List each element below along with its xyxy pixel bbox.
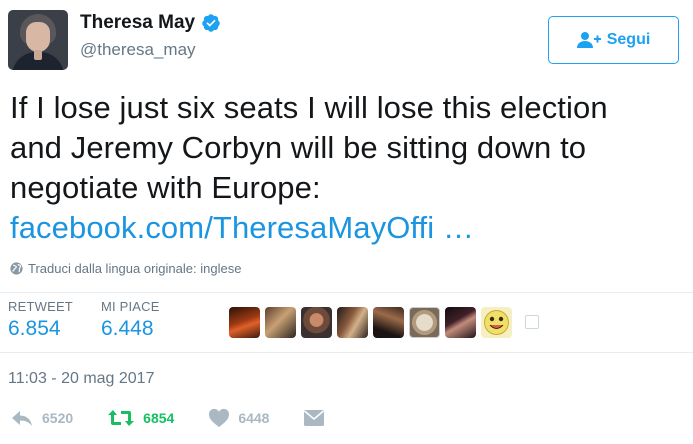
user-info: Theresa May @theresa_may	[80, 12, 221, 60]
direct-message-action[interactable]	[303, 408, 325, 428]
retweet-stat-value: 6.854	[8, 317, 61, 340]
globe-icon	[10, 262, 23, 275]
tweet-line: and Jeremy Corbyn will be sitting down t…	[10, 130, 587, 165]
liker-avatar[interactable]	[373, 307, 404, 338]
liker-avatar[interactable]	[229, 307, 260, 338]
tweet-timestamp[interactable]: 11:03 - 20 mag 2017	[8, 370, 154, 388]
avatar[interactable]	[8, 10, 68, 70]
liker-avatar-placeholder[interactable]	[517, 307, 548, 338]
likes-stat[interactable]: MI PIACE 6.448	[101, 299, 160, 343]
like-action[interactable]: 6448	[208, 408, 269, 428]
emoji-face-icon	[484, 310, 509, 335]
divider	[0, 292, 693, 293]
retweet-icon	[108, 410, 135, 426]
tweet-stats: RETWEET 6.854 MI PIACE 6.448	[8, 299, 188, 343]
translate-link[interactable]: Traduci dalla lingua originale: inglese	[10, 261, 241, 276]
liker-avatars	[229, 307, 548, 338]
liker-avatar[interactable]	[409, 307, 440, 338]
user-display-name[interactable]: Theresa May	[80, 12, 221, 34]
retweet-action[interactable]: 6854	[107, 408, 174, 428]
likes-stat-label: MI PIACE	[100, 299, 160, 314]
tweet-line: If I lose just six seats I will lose thi…	[10, 90, 608, 125]
tweet-actions: 6520 6854 6448	[10, 408, 359, 428]
heart-icon	[209, 408, 230, 428]
divider	[0, 352, 693, 353]
reply-icon	[12, 411, 32, 426]
display-name-text[interactable]: Theresa May	[80, 12, 195, 34]
follow-button-label: Segui	[606, 31, 651, 48]
tweet-text: If I lose just six seats I will lose thi…	[10, 88, 690, 248]
follow-button[interactable]: Segui	[548, 16, 679, 64]
verified-badge-icon	[202, 14, 220, 32]
tweet-line: negotiate with Europe:	[10, 170, 321, 205]
like-count: 6448	[238, 410, 270, 426]
user-handle[interactable]: @theresa_may	[80, 40, 221, 60]
likes-stat-value: 6.448	[100, 317, 154, 340]
retweet-stat[interactable]: RETWEET 6.854	[8, 299, 73, 343]
reply-count: 6520	[42, 410, 74, 426]
liker-avatar[interactable]	[445, 307, 476, 338]
follow-user-icon	[576, 32, 601, 48]
envelope-icon	[304, 410, 325, 426]
liker-avatar[interactable]	[481, 307, 512, 338]
retweet-count: 6854	[143, 410, 175, 426]
tweet-header: Theresa May @theresa_may Segui	[8, 10, 685, 72]
reply-action[interactable]: 6520	[10, 408, 73, 428]
liker-avatar[interactable]	[265, 307, 296, 338]
tweet-link[interactable]: facebook.com/TheresaMayOffi …	[10, 210, 474, 245]
liker-avatar[interactable]	[301, 307, 332, 338]
retweet-stat-label: RETWEET	[8, 299, 73, 314]
liker-avatar[interactable]	[337, 307, 368, 338]
translate-text: Traduci dalla lingua originale: inglese	[28, 261, 242, 276]
